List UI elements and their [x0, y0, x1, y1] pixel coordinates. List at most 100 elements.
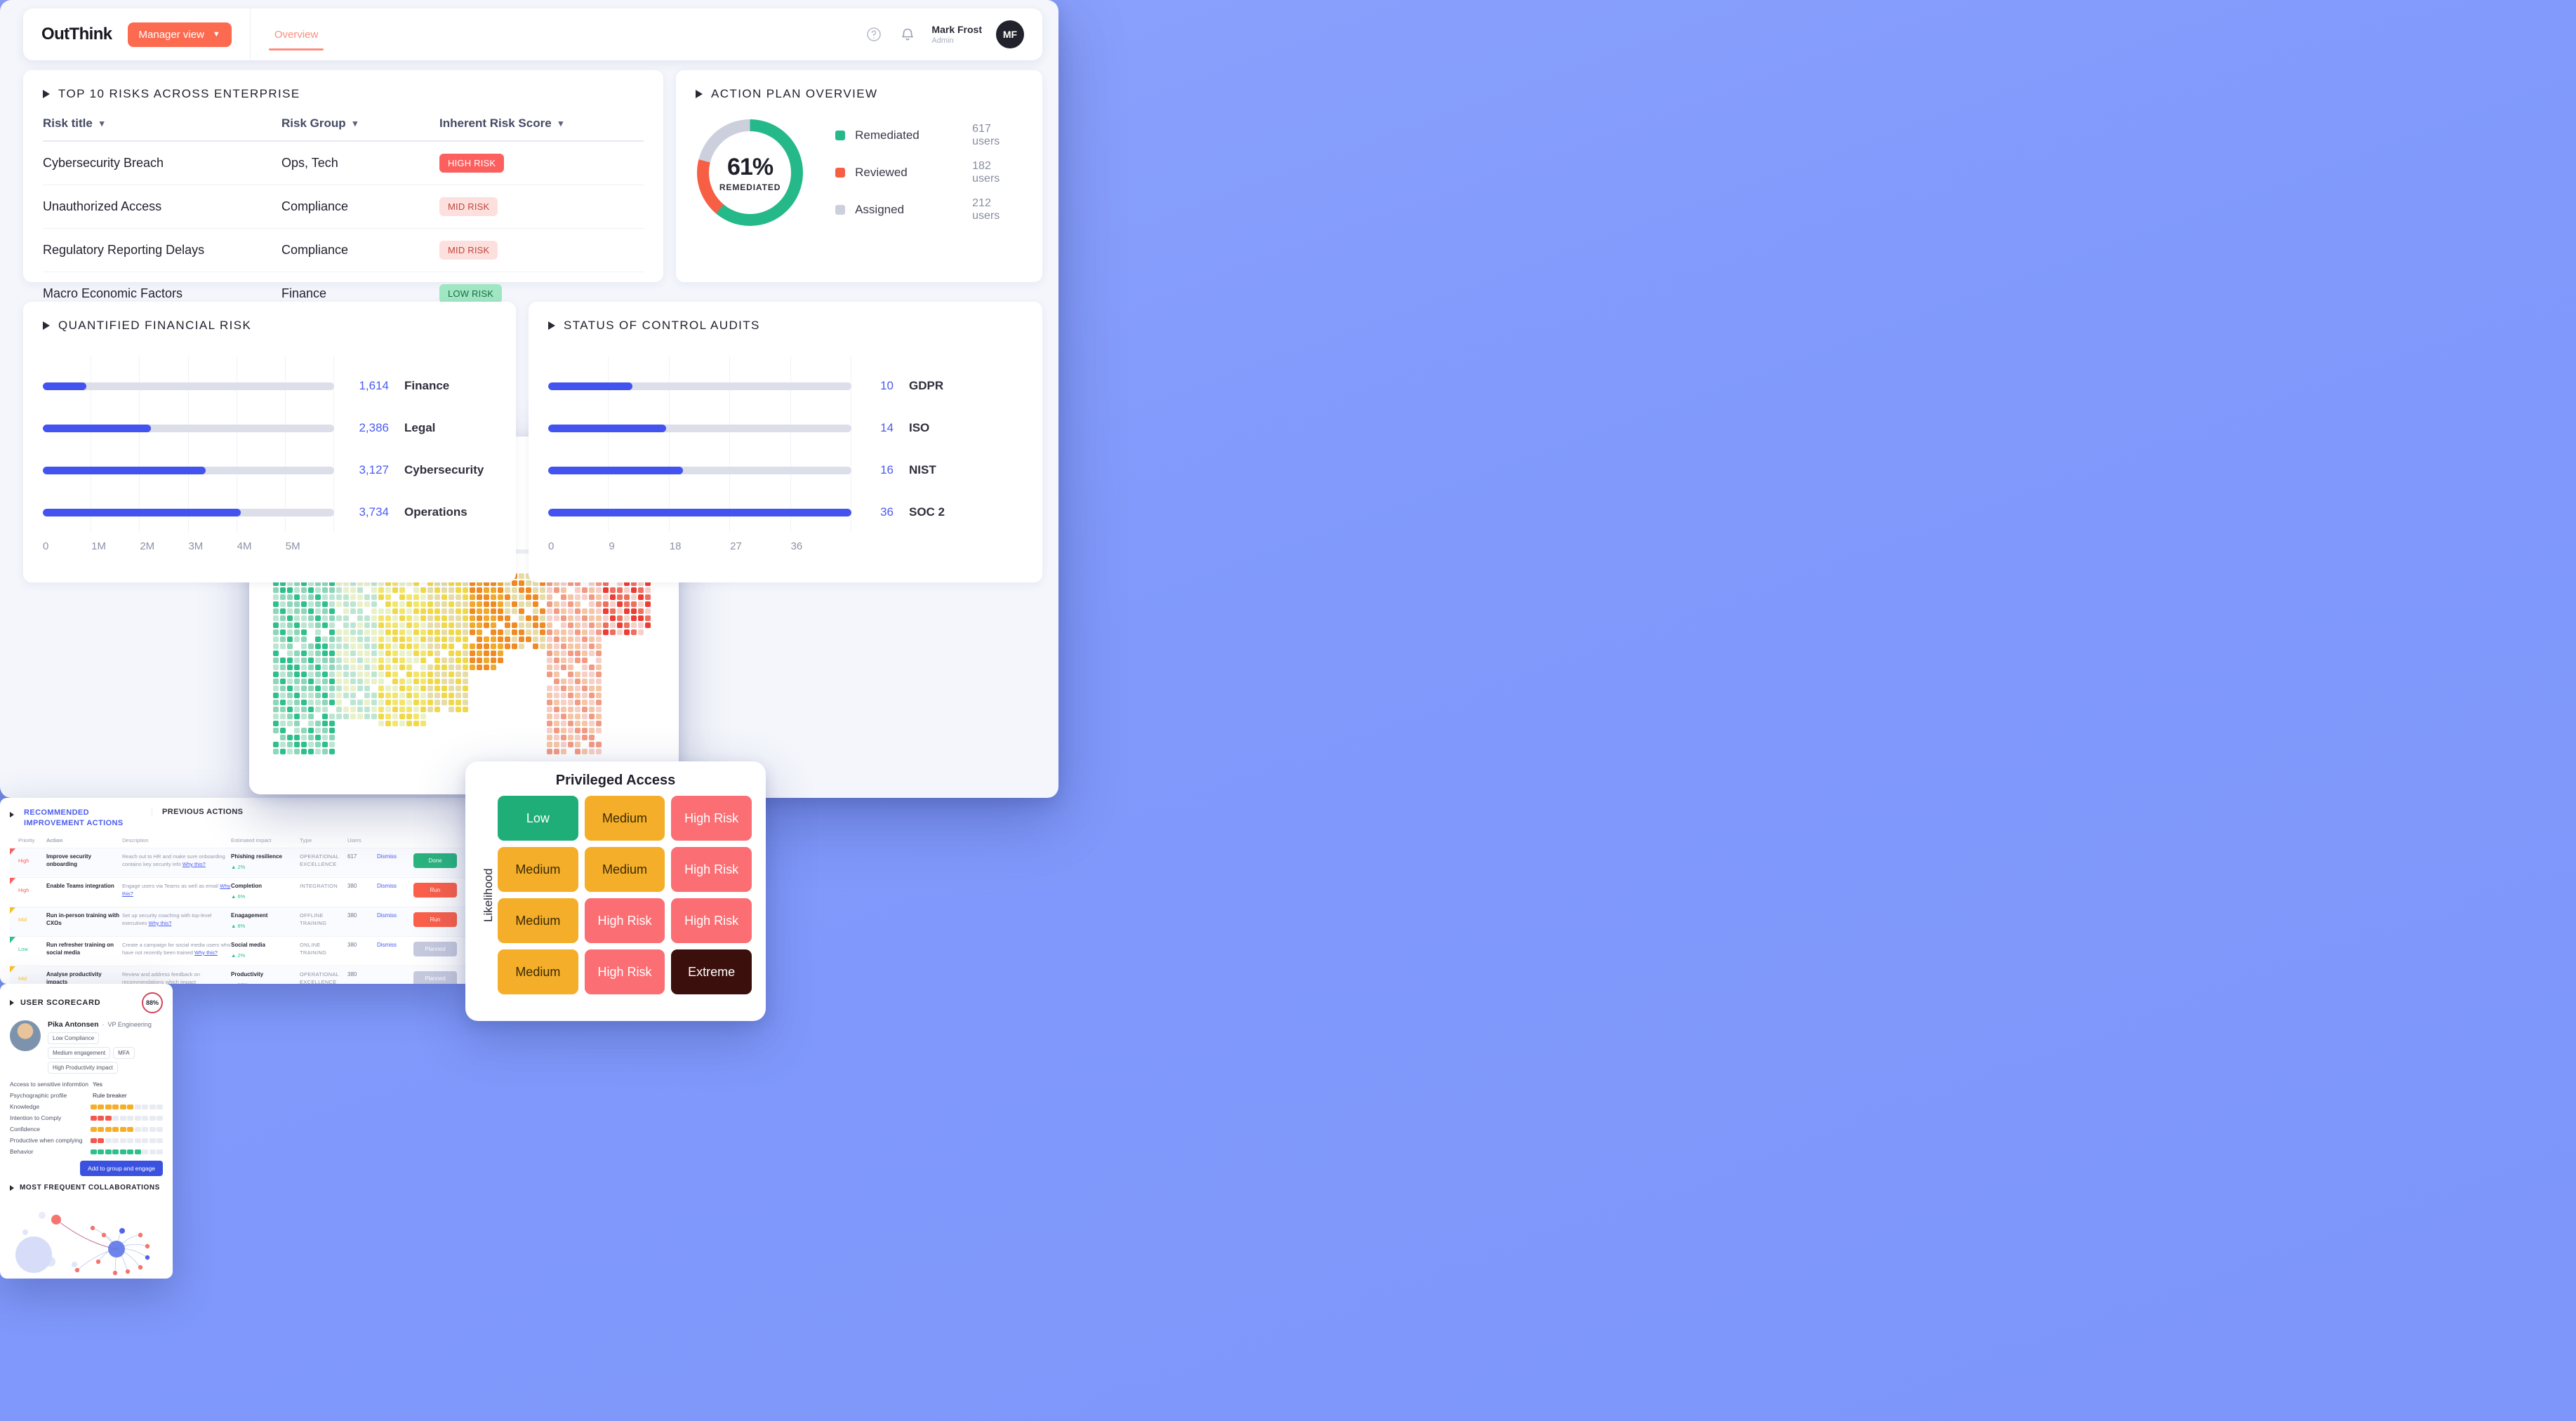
collapse-triangle-icon[interactable] — [696, 90, 703, 98]
why-this-link[interactable]: Why this? — [149, 920, 172, 926]
heatmap-cell — [287, 601, 293, 607]
action-button[interactable]: Done — [413, 853, 457, 869]
matrix-cell[interactable]: Medium — [584, 847, 665, 892]
heatmap-cell — [322, 615, 328, 621]
heatmap-cell — [301, 693, 307, 698]
action-button[interactable]: Run — [413, 883, 457, 898]
heatmap-cell — [554, 749, 559, 754]
heatmap-cell — [441, 714, 447, 719]
heatmap-cell — [364, 651, 370, 656]
heatmap-cell — [617, 615, 623, 621]
heatmap-cell — [505, 636, 510, 642]
heatmap-cell — [505, 735, 510, 740]
column-risk-group[interactable]: Risk Group ▾ — [281, 116, 439, 131]
action-button[interactable]: Run — [413, 912, 457, 928]
matrix-cell[interactable]: Medium — [498, 847, 578, 892]
action-row[interactable]: Mid Run in-person training with CXOs Set u… — [10, 907, 474, 937]
collapse-triangle-icon[interactable] — [10, 1000, 14, 1006]
action-users: 617 — [347, 853, 357, 860]
heatmap-cell — [322, 728, 328, 733]
heatmap-cell — [420, 672, 426, 677]
heatmap-cell — [287, 735, 293, 740]
heatmap-cell — [617, 601, 623, 607]
rating-dot — [98, 1138, 104, 1143]
heatmap-cell — [449, 629, 454, 635]
bar-row: 3,127 Cybersecurity — [43, 449, 496, 491]
rating-dot — [142, 1115, 148, 1121]
action-button[interactable]: Planned — [413, 971, 457, 984]
matrix-cell[interactable]: Medium — [498, 898, 578, 943]
heatmap-cell — [427, 735, 433, 740]
dismiss-link[interactable]: Dismiss — [377, 883, 413, 889]
heatmap-cell — [575, 721, 580, 726]
heatmap-cell — [624, 700, 630, 705]
heatmap-cell — [568, 749, 573, 754]
heatmap-cell — [343, 721, 349, 726]
collapse-triangle-icon[interactable] — [43, 90, 50, 98]
matrix-cell[interactable]: Low — [498, 796, 578, 841]
manager-view-dropdown[interactable]: Manager view ▼ — [127, 22, 232, 47]
heatmap-cell — [596, 629, 602, 635]
collapse-triangle-icon[interactable] — [548, 321, 555, 330]
why-this-link[interactable]: Why this? — [182, 861, 206, 867]
tab-overview[interactable]: Overview — [268, 8, 324, 60]
action-row[interactable]: Low Run refresher training on social medi… — [10, 936, 474, 966]
action-row[interactable]: High Enable Teams integration Engage users… — [10, 877, 474, 907]
heatmap-cell — [540, 749, 545, 754]
matrix-cell[interactable]: Extreme — [671, 949, 752, 994]
collaborations-header: MOST FREQUENT COLLABORATIONS — [10, 1184, 163, 1192]
heatmap-cell — [498, 749, 503, 754]
heatmap-cell — [315, 721, 321, 726]
heatmap-cell — [420, 636, 426, 642]
heatmap-cell — [575, 608, 580, 614]
heatmap-cell — [343, 735, 349, 740]
collapse-triangle-icon[interactable] — [43, 321, 50, 330]
col-action: Action — [46, 836, 63, 843]
heatmap-cell — [631, 615, 637, 621]
heatmap-cell — [554, 700, 559, 705]
heatmap-cell — [434, 707, 440, 712]
heatmap-cell — [456, 721, 461, 726]
rating-dot — [142, 1104, 148, 1109]
matrix-cell[interactable]: High Risk — [671, 898, 752, 943]
collapse-triangle-icon[interactable] — [10, 812, 14, 818]
table-row[interactable]: Unauthorized Access Compliance MID RISK — [43, 185, 644, 229]
avatar[interactable]: MF — [996, 20, 1024, 48]
matrix-cell[interactable]: High Risk — [671, 847, 752, 892]
rating-dot — [112, 1126, 119, 1132]
table-row[interactable]: Cybersecurity Breach Ops, Tech HIGH RISK — [43, 142, 644, 185]
previous-actions-tab[interactable]: PREVIOUS ACTIONS — [152, 808, 243, 816]
bell-icon[interactable] — [898, 25, 917, 44]
matrix-cell[interactable]: High Risk — [584, 898, 665, 943]
dismiss-link[interactable]: Dismiss — [377, 853, 413, 860]
heatmap-cell — [554, 665, 559, 670]
action-row[interactable]: High Improve security onboarding Reach out… — [10, 848, 474, 878]
heatmap-cell — [491, 721, 496, 726]
add-to-group-button[interactable]: Add to group and engage — [80, 1161, 163, 1176]
heatmap-cell — [505, 693, 510, 698]
action-button[interactable]: Planned — [413, 942, 457, 957]
column-inherent-risk-score[interactable]: Inherent Risk Score ▾ — [439, 116, 622, 131]
help-icon[interactable] — [864, 25, 884, 44]
heatmap-cell — [519, 615, 524, 621]
heatmap-cell — [315, 700, 321, 705]
heatmap-cell — [336, 608, 342, 614]
matrix-cell[interactable]: Medium — [498, 949, 578, 994]
heatmap-cell — [463, 721, 468, 726]
user-info[interactable]: Mark Frost Admin — [931, 24, 982, 45]
dismiss-link[interactable]: Dismiss — [377, 942, 413, 948]
matrix-cell[interactable]: Medium — [584, 796, 665, 841]
column-risk-title[interactable]: Risk title ▾ — [43, 116, 281, 131]
why-this-link[interactable]: Why this? — [194, 949, 218, 956]
heatmap-cell — [399, 735, 405, 740]
heatmap-cell — [364, 615, 370, 621]
collapse-triangle-icon[interactable] — [10, 1185, 14, 1191]
heatmap-cell — [322, 643, 328, 649]
matrix-cell[interactable]: High Risk — [671, 796, 752, 841]
table-row[interactable]: Regulatory Reporting Delays Compliance MID… — [43, 229, 644, 272]
dismiss-link[interactable]: Dismiss — [377, 912, 413, 919]
action-row[interactable]: Mid Analyse productivity impacts Review an… — [10, 966, 474, 984]
heatmap-cell — [449, 601, 454, 607]
bar-track — [43, 382, 334, 390]
matrix-cell[interactable]: High Risk — [584, 949, 665, 994]
